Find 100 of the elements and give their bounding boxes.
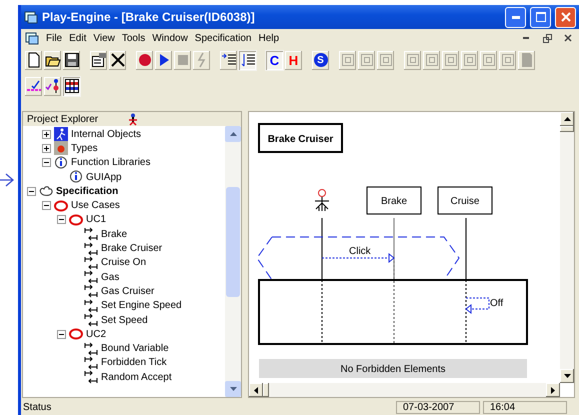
tree-item[interactable]: Gas [101, 272, 120, 283]
menu-item[interactable]: Help [258, 32, 280, 44]
toolbar-button[interactable] [238, 50, 257, 70]
tree-item[interactable]: Set Speed [101, 314, 148, 326]
chart-icon [84, 256, 98, 270]
menu-item[interactable]: View [93, 32, 115, 44]
tree-item[interactable]: Specification [56, 186, 118, 197]
close-button[interactable] [555, 6, 576, 28]
chart-title: Brake Cruiser [258, 123, 343, 153]
chart-icon [84, 370, 98, 384]
actor-icon [314, 189, 330, 212]
toolbar-button[interactable] [154, 50, 173, 70]
toolbar-button[interactable] [24, 50, 43, 70]
restore-button[interactable] [540, 32, 554, 44]
tree-item[interactable]: GUIApp [86, 172, 122, 183]
oval-icon [69, 212, 83, 227]
chart-icon [84, 284, 98, 298]
menu-item[interactable]: Edit [69, 32, 86, 44]
expand-toggle[interactable] [57, 330, 66, 339]
tree-item[interactable]: Bound Variable [101, 343, 169, 354]
frame-icon [500, 52, 516, 68]
minimize-icon [523, 37, 529, 39]
message-label: Click [349, 246, 371, 257]
status-time: 16:04 [483, 401, 567, 414]
tree-item[interactable]: UC2 [86, 328, 106, 340]
up-arrow-icon [564, 117, 570, 121]
tree-item[interactable]: Random Accept [101, 372, 172, 383]
toolbar-button[interactable] [24, 76, 43, 96]
cloud-icon [39, 184, 53, 198]
tree-item[interactable]: Use Cases [71, 200, 120, 212]
menu-item[interactable]: Window [152, 32, 188, 44]
tree-item[interactable]: Function Libraries [71, 157, 150, 168]
toolbar-button[interactable] [62, 76, 81, 96]
expand-toggle[interactable] [42, 144, 51, 153]
scroll-thumb[interactable] [226, 187, 240, 297]
forbidden-elements-bar: No Forbidden Elements [259, 359, 527, 378]
menu-item[interactable]: Tools [122, 32, 146, 44]
check-actor-icon [44, 78, 60, 94]
frame-icon [480, 52, 496, 68]
scrollbar[interactable] [249, 383, 560, 397]
close-icon [560, 12, 570, 22]
up-arrow-icon [230, 132, 236, 136]
info-icon [54, 156, 68, 170]
chart-icon [84, 227, 98, 242]
tree-item[interactable]: Brake Cruiser [101, 243, 162, 254]
grid-icon [64, 78, 80, 94]
chart-icon [84, 313, 98, 327]
toolbar-button[interactable] [108, 50, 127, 70]
maximize-icon [536, 12, 546, 22]
tree-item[interactable]: Brake [101, 228, 128, 240]
document-icon [25, 31, 39, 45]
tree-item[interactable]: UC1 [86, 214, 106, 226]
tree-item[interactable]: Internal Objects [71, 128, 142, 140]
tree-item[interactable]: Types [71, 142, 98, 154]
person-icon [128, 112, 138, 126]
scroll-left-button[interactable] [249, 383, 263, 397]
arrow-icon [0, 173, 14, 187]
tree-item[interactable]: Gas Cruiser [101, 286, 154, 297]
expand-toggle[interactable] [42, 158, 51, 168]
down-arrow-icon [564, 374, 570, 378]
toolbar-button[interactable] [219, 50, 238, 70]
chart-icon [84, 270, 98, 284]
chart-icon [84, 342, 98, 356]
check-line-icon [26, 78, 42, 94]
scroll-thumb[interactable] [263, 383, 269, 397]
expand-toggle[interactable] [57, 215, 66, 224]
expand-toggle[interactable] [27, 186, 36, 196]
object-box: Brake [366, 186, 422, 214]
frame-icon [340, 52, 356, 68]
maximize-button[interactable] [530, 6, 551, 28]
scrollbar[interactable] [225, 126, 241, 397]
toolbar-button[interactable] [89, 50, 108, 70]
list-arrow-icon [240, 52, 256, 68]
toolbar-button[interactable] [43, 50, 62, 70]
expand-toggle[interactable] [42, 201, 51, 210]
scrollbar[interactable] [560, 112, 574, 383]
frame-icon [424, 52, 440, 68]
frame-icon [378, 52, 394, 68]
toolbar-button[interactable]: S [311, 50, 330, 70]
toolbar-button[interactable] [62, 50, 81, 70]
self-message-arrow [465, 298, 490, 314]
menu-item[interactable]: Specification [194, 32, 252, 44]
new-file-icon [26, 52, 42, 68]
minimize-button[interactable] [505, 6, 526, 28]
scroll-right-button[interactable] [546, 383, 560, 397]
tree-item[interactable]: Cruise On [101, 257, 146, 268]
toolbar-button[interactable] [43, 76, 62, 96]
oval-icon [54, 198, 68, 213]
toolbar-button[interactable]: C [265, 50, 284, 70]
scroll-thumb[interactable] [560, 126, 574, 132]
scroll-down-button[interactable] [560, 369, 574, 383]
menu-item[interactable]: File [46, 32, 62, 44]
scroll-up-button[interactable] [560, 112, 574, 126]
expand-toggle[interactable] [42, 130, 51, 139]
tree-item[interactable]: Forbidden Tick [101, 357, 167, 368]
app-icon [24, 10, 38, 24]
frame-icon [442, 52, 458, 68]
chart-icon [84, 356, 98, 370]
tree-item[interactable]: Set Engine Speed [101, 300, 182, 312]
message-label: Off [490, 298, 504, 309]
